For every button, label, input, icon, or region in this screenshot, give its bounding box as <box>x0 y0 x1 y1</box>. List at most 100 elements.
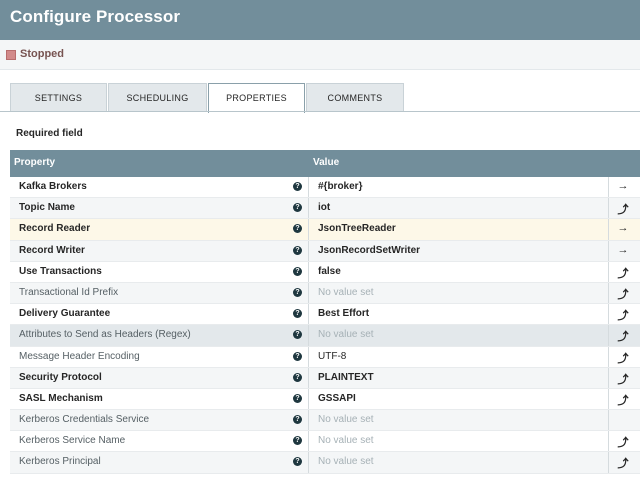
property-value[interactable]: JsonTreeReader <box>318 223 396 234</box>
property-name: Use Transactions <box>19 265 102 277</box>
property-value[interactable]: Best Effort <box>318 308 369 319</box>
column-divider <box>608 410 609 431</box>
property-value[interactable]: No value set <box>318 287 374 298</box>
tab-bar: SETTINGS SCHEDULING PROPERTIES COMMENTS <box>10 83 640 113</box>
property-name: Message Header Encoding <box>19 350 140 362</box>
column-divider <box>308 388 309 410</box>
convert-to-parameter-icon[interactable]: ⤴ <box>613 455 633 471</box>
properties-table: Property Value Kafka Brokers? #{broker} → T… <box>10 150 640 474</box>
help-icon[interactable]: ? <box>293 224 302 234</box>
table-row[interactable]: Kafka Brokers? #{broker} → <box>10 177 640 199</box>
property-value[interactable]: false <box>318 266 341 277</box>
dialog-titlebar: Configure Processor <box>0 0 640 40</box>
column-divider <box>308 304 309 325</box>
help-icon[interactable]: ? <box>293 457 302 467</box>
column-divider <box>608 452 609 473</box>
column-divider <box>308 261 309 282</box>
help-icon[interactable]: ? <box>293 203 302 213</box>
table-header: Property Value <box>10 150 640 177</box>
table-row[interactable]: Kerberos Service Name? No value set ⤴ <box>10 431 640 453</box>
convert-to-parameter-icon[interactable]: ⤴ <box>613 350 633 366</box>
help-icon[interactable]: ? <box>293 393 302 403</box>
help-icon[interactable]: ? <box>293 245 302 255</box>
column-divider <box>308 177 309 198</box>
table-row[interactable]: Kerberos Credentials Service? No value se… <box>10 410 640 432</box>
property-value[interactable]: UTF-8 <box>318 351 346 362</box>
go-to-arrow-icon[interactable]: → <box>613 222 633 234</box>
go-to-arrow-icon[interactable]: → <box>613 180 633 192</box>
help-icon[interactable]: ? <box>293 287 302 297</box>
help-icon[interactable]: ? <box>293 436 302 446</box>
property-name: Transactional Id Prefix <box>19 286 119 298</box>
column-divider <box>608 240 609 261</box>
header-property: Property <box>14 157 56 168</box>
property-value[interactable]: No value set <box>318 329 374 340</box>
help-icon[interactable]: ? <box>293 330 302 340</box>
table-row[interactable]: Topic Name? iot ⤴ <box>10 198 640 220</box>
property-name: SASL Mechanism <box>19 392 103 404</box>
table-row[interactable]: Security Protocol? PLAINTEXT ⤴ <box>10 367 640 389</box>
table-row[interactable]: Kerberos Principal? No value set ⤴ <box>10 452 640 474</box>
property-value[interactable]: No value set <box>318 456 374 467</box>
column-divider <box>308 282 309 304</box>
column-divider <box>608 431 609 452</box>
table-row[interactable]: Record Reader? JsonTreeReader → <box>10 219 640 241</box>
property-name: Kerberos Service Name <box>19 435 126 447</box>
convert-to-parameter-icon[interactable]: ⤴ <box>613 371 633 387</box>
tab-properties[interactable]: PROPERTIES <box>208 83 305 113</box>
column-divider <box>308 431 309 452</box>
column-divider <box>608 177 609 198</box>
column-divider <box>308 198 309 219</box>
convert-to-parameter-icon[interactable]: ⤴ <box>613 392 633 408</box>
go-to-arrow-icon[interactable]: → <box>613 244 633 256</box>
column-divider <box>608 219 609 240</box>
table-body: Kafka Brokers? #{broker} → Topic Name? iot ⤴ R… <box>10 177 640 474</box>
convert-to-parameter-icon[interactable]: ⤴ <box>613 328 633 344</box>
column-divider <box>308 410 309 431</box>
column-divider <box>608 261 609 282</box>
property-name: Security Protocol <box>19 371 102 383</box>
help-icon[interactable]: ? <box>293 266 302 276</box>
tab-comments[interactable]: COMMENTS <box>306 83 404 112</box>
convert-to-parameter-icon[interactable]: ⤴ <box>613 201 633 217</box>
property-name: Attributes to Send as Headers (Regex) <box>19 329 191 341</box>
property-name: Record Writer <box>19 244 85 256</box>
property-value[interactable]: No value set <box>318 435 374 446</box>
table-row[interactable]: Transactional Id Prefix? No value set ⤴ <box>10 282 640 305</box>
table-row[interactable]: SASL Mechanism? GSSAPI ⤴ <box>10 388 640 411</box>
property-value[interactable]: PLAINTEXT <box>318 372 374 383</box>
property-value[interactable]: GSSAPI <box>318 393 356 404</box>
property-name: Kerberos Principal <box>19 456 101 468</box>
help-icon[interactable]: ? <box>293 182 302 191</box>
table-row[interactable]: Record Writer? JsonRecordSetWriter → <box>10 240 640 262</box>
tab-scheduling[interactable]: SCHEDULING <box>108 83 207 112</box>
dialog-title: Configure Processor <box>10 7 181 26</box>
property-value[interactable]: iot <box>318 202 330 213</box>
convert-to-parameter-icon[interactable]: ⤴ <box>613 286 633 302</box>
column-divider <box>608 367 609 388</box>
help-icon[interactable]: ? <box>293 372 302 382</box>
help-icon[interactable]: ? <box>293 415 302 425</box>
column-divider <box>608 388 609 410</box>
table-row[interactable]: Use Transactions? false ⤴ <box>10 261 640 283</box>
property-name: Kerberos Credentials Service <box>19 414 150 426</box>
column-divider <box>608 198 609 219</box>
table-row[interactable]: Attributes to Send as Headers (Regex)? No… <box>10 325 640 347</box>
table-row[interactable]: Delivery Guarantee? Best Effort ⤴ <box>10 304 640 326</box>
table-row[interactable]: Message Header Encoding? UTF-8 ⤴ <box>10 346 640 368</box>
column-divider <box>608 282 609 304</box>
column-divider <box>308 325 309 346</box>
help-icon[interactable]: ? <box>293 351 302 361</box>
property-value[interactable]: No value set <box>318 414 374 425</box>
required-field-label: Required field <box>16 128 83 139</box>
convert-to-parameter-icon[interactable]: ⤴ <box>613 307 633 323</box>
property-value[interactable]: JsonRecordSetWriter <box>318 245 420 256</box>
help-icon[interactable]: ? <box>293 309 302 319</box>
property-name: Topic Name <box>19 202 75 214</box>
column-divider <box>308 219 309 240</box>
column-divider <box>608 346 609 367</box>
property-value[interactable]: #{broker} <box>318 181 362 192</box>
convert-to-parameter-icon[interactable]: ⤴ <box>613 265 633 281</box>
tab-settings[interactable]: SETTINGS <box>10 83 107 112</box>
convert-to-parameter-icon[interactable]: ⤴ <box>613 434 633 450</box>
